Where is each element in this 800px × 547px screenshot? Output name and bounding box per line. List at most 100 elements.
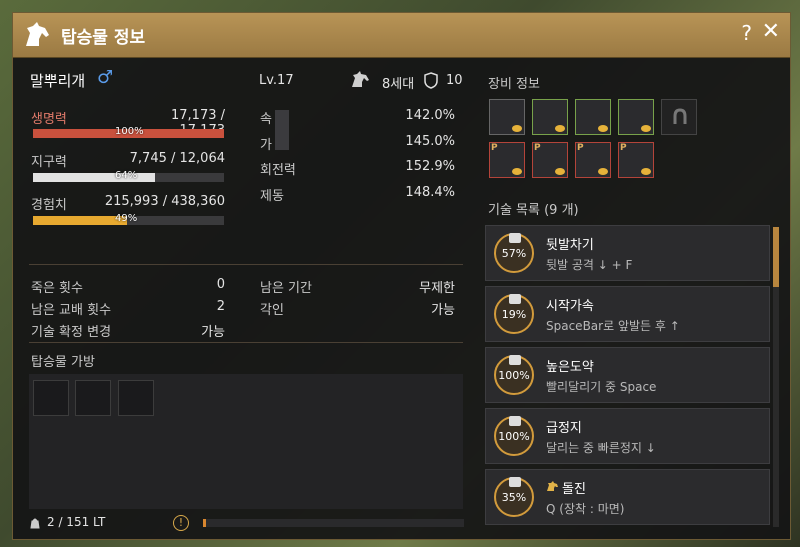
death-count-label: 죽은 횟수 (31, 281, 83, 296)
coin-icon (555, 168, 565, 175)
horse-info-window: 탑승물 정보 ? ✕ 말뿌리개 ♂ Lv.17 8세대 10 생명력 17,17… (12, 12, 791, 540)
inventory-progress-bar (203, 519, 464, 527)
inventory-title: 탑승물 가방 (31, 355, 95, 370)
skill-progress-ring: 35% (494, 477, 534, 517)
brake-value: 148.4% (405, 185, 455, 200)
coin-icon (555, 125, 565, 132)
skill-change-value: 가능 (201, 325, 225, 340)
skill-desc: 빨리달리기 중 Space (546, 380, 657, 394)
equipment-slot-saddle[interactable] (489, 99, 525, 135)
equipment-slot-armor[interactable] (575, 99, 611, 135)
equipment-slot-premium-saddle[interactable]: P (532, 142, 568, 178)
title-bar[interactable]: 탑승물 정보 ? ✕ (13, 13, 790, 58)
skill-percent: 100% (498, 430, 530, 443)
divider (29, 264, 463, 265)
horseshoe-icon (673, 108, 687, 124)
speed-value: 142.0% (405, 108, 455, 123)
skill-item[interactable]: 100% 급정지 달리는 중 빠른정지 ↓ (485, 408, 770, 464)
imprint-value: 가능 (431, 303, 455, 318)
stamina-value: 7,745 / 12,064 (129, 151, 225, 166)
breed-count-label: 남은 교배 횟수 (31, 303, 112, 318)
close-button[interactable]: ✕ (762, 19, 780, 44)
skill-percent: 19% (501, 308, 527, 321)
exp-bar: 49% (33, 213, 224, 225)
turning-value: 152.9% (405, 159, 455, 174)
skill-progress-ring: 100% (494, 355, 534, 395)
equipment-slot-premium-armor[interactable]: P (489, 142, 525, 178)
skill-desc: SpaceBar로 앞발든 후 ↑ (546, 319, 680, 333)
acceleration-label: 가 (260, 138, 272, 153)
coin-icon (512, 125, 522, 132)
skills-scrollbar[interactable] (773, 227, 779, 527)
premium-marker: P (534, 143, 541, 153)
weight-value: 2 / 151 LT (47, 515, 106, 529)
divider (29, 342, 463, 343)
stamina-percent: 64% (115, 170, 138, 181)
exp-label: 경험치 (31, 198, 67, 213)
skill-name: 높은도약 (546, 360, 594, 375)
skill-percent: 100% (498, 369, 530, 382)
equipment-slot-champron[interactable] (618, 99, 654, 135)
skill-icon (509, 477, 521, 487)
turning-label: 회전력 (260, 163, 296, 178)
horseshoe-slot[interactable] (661, 99, 697, 135)
skill-name: 급정지 (546, 421, 582, 436)
warning-icon[interactable]: ! (173, 515, 189, 531)
equipment-slot-premium-champron[interactable]: P (618, 142, 654, 178)
exp-percent: 49% (115, 213, 138, 224)
equipment-slot-stirrups[interactable] (532, 99, 568, 135)
weight-icon (30, 518, 40, 529)
hp-label: 생명력 (31, 112, 67, 127)
exp-value: 215,993 / 438,360 (104, 194, 225, 209)
skill-icon (509, 233, 521, 243)
skill-progress-ring: 100% (494, 416, 534, 456)
remaining-period-value: 무제한 (419, 281, 455, 296)
equipment-slot-premium-stirrups[interactable]: P (575, 142, 611, 178)
speed-label: 속 (260, 112, 272, 127)
redacted-overlay (275, 110, 289, 150)
skill-icon (509, 416, 521, 426)
male-icon: ♂ (97, 67, 114, 88)
premium-marker: P (577, 143, 584, 153)
skill-desc: Q (장착 : 마면) (546, 502, 625, 516)
skill-progress-ring: 57% (494, 233, 534, 273)
skill-item[interactable]: 57% 뒷발차기 뒷발 공격 ↓ + F (485, 225, 770, 281)
horse-level: Lv.17 (259, 73, 294, 88)
inventory-slot[interactable] (118, 380, 154, 416)
coin-icon (512, 168, 522, 175)
brake-label: 제동 (260, 189, 284, 204)
skill-name: 돌진 (562, 482, 586, 497)
skill-desc: 달리는 중 빠른정지 ↓ (546, 441, 656, 455)
stamina-label: 지구력 (31, 155, 67, 170)
acceleration-value: 145.0% (405, 134, 455, 149)
inventory-slot[interactable] (33, 380, 69, 416)
horse-generation-icon (352, 71, 369, 87)
breed-count-value: 2 (216, 299, 225, 314)
inventory-progress-fill (203, 519, 206, 527)
skill-icon (509, 294, 521, 304)
coin-icon (598, 125, 608, 132)
death-count-value: 0 (216, 277, 225, 292)
horse-generation: 8세대 (382, 77, 415, 92)
hp-bar: 100% (33, 126, 224, 138)
coin-icon (598, 168, 608, 175)
champron-icon (547, 481, 558, 491)
equipment-title: 장비 정보 (488, 77, 540, 92)
remaining-period-label: 남은 기간 (260, 281, 312, 296)
skill-item[interactable]: 100% 높은도약 빨리달리기 중 Space (485, 347, 770, 403)
skill-desc: 뒷발 공격 ↓ + F (546, 258, 633, 272)
help-button[interactable]: ? (741, 21, 752, 45)
skill-name: 시작가속 (546, 299, 594, 314)
skill-item[interactable]: 19% 시작가속 SpaceBar로 앞발든 후 ↑ (485, 286, 770, 342)
imprint-label: 각인 (260, 303, 284, 318)
skill-icon (509, 355, 521, 365)
horse-name: 말뿌리개 (30, 72, 86, 90)
skill-progress-ring: 19% (494, 294, 534, 334)
hp-percent: 100% (115, 126, 144, 137)
skills-scrollbar-thumb[interactable] (773, 227, 779, 287)
premium-marker: P (620, 143, 627, 153)
inventory-slot[interactable] (75, 380, 111, 416)
coin-icon (641, 168, 651, 175)
stamina-bar: 64% (33, 170, 224, 182)
skill-item[interactable]: 35% 돌진 Q (장착 : 마면) (485, 469, 770, 525)
